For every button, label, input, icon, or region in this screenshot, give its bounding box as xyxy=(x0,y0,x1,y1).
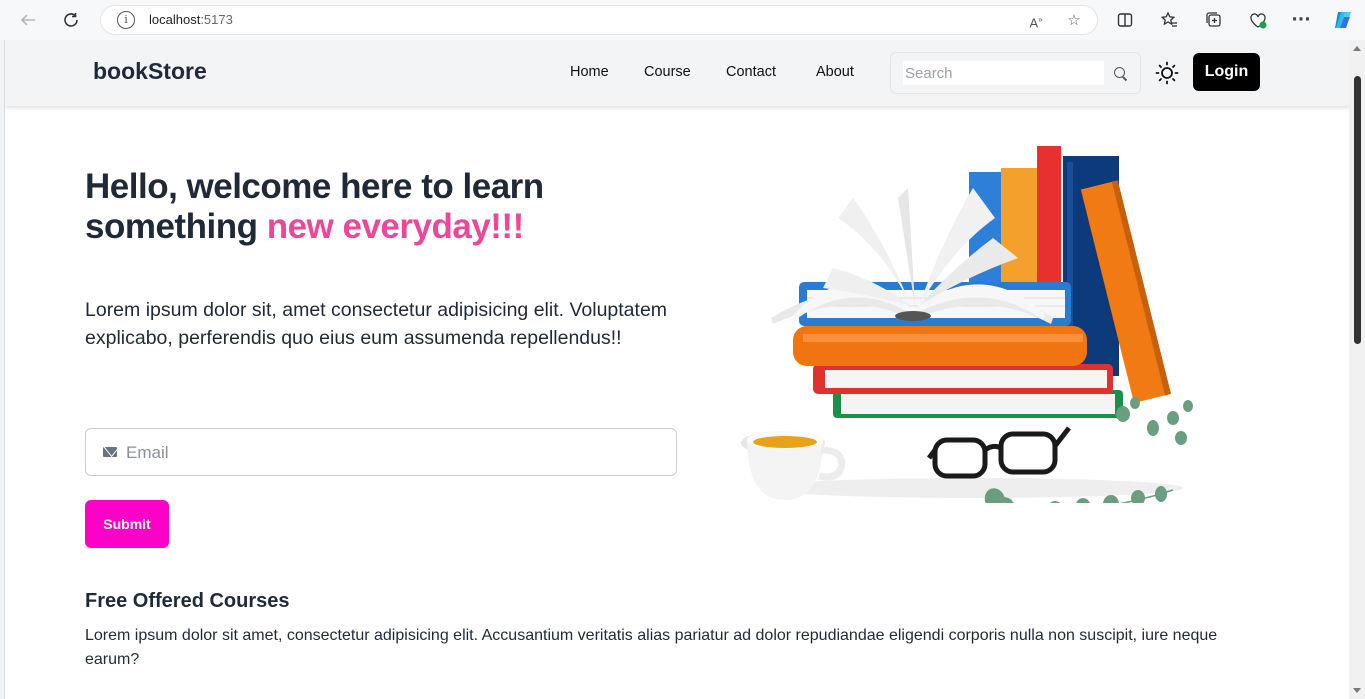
submit-button[interactable]: Submit xyxy=(85,500,169,548)
nav-link-course[interactable]: Course xyxy=(644,64,691,80)
read-aloud-icon[interactable]: A» xyxy=(1025,9,1047,31)
hero-title-accent: new everyday!!! xyxy=(266,207,525,246)
login-button[interactable]: Login xyxy=(1193,53,1260,91)
search-input[interactable] xyxy=(903,61,1104,85)
reload-icon[interactable] xyxy=(58,7,84,33)
courses-title: Free Offered Courses xyxy=(85,590,290,612)
email-field xyxy=(85,428,677,476)
nav-link-home[interactable]: Home xyxy=(570,64,609,80)
courses-description: Lorem ipsum dolor sit amet, consectetur … xyxy=(85,627,1218,668)
more-icon[interactable]: ··· xyxy=(1288,7,1314,33)
url-host: localhost xyxy=(149,12,201,27)
scroll-down-arrow-icon[interactable] xyxy=(1353,688,1361,693)
search-icon[interactable] xyxy=(1114,67,1125,78)
star-icon[interactable]: ☆ xyxy=(1063,9,1085,31)
page-scrollbar[interactable] xyxy=(1349,40,1365,699)
hero-title: Hello, welcome here to learn something n… xyxy=(85,167,685,247)
sun-icon[interactable] xyxy=(1155,61,1179,85)
search-box xyxy=(890,52,1141,94)
collections-icon[interactable] xyxy=(1201,7,1227,33)
split-screen-icon[interactable] xyxy=(1112,7,1138,33)
brand-logo[interactable]: bookStore xyxy=(93,58,207,85)
url-port: :5173 xyxy=(200,12,233,27)
nav-link-contact[interactable]: Contact xyxy=(726,64,776,80)
books-illustration xyxy=(733,128,1203,526)
info-icon[interactable]: i xyxy=(117,11,135,29)
hero-description: Lorem ipsum dolor sit, amet consectetur … xyxy=(85,299,668,349)
email-input[interactable] xyxy=(126,441,656,465)
back-arrow-icon[interactable] xyxy=(15,7,41,33)
address-url: localhost:5173 xyxy=(149,12,233,27)
address-bar[interactable]: i localhost:5173 A» ☆ xyxy=(100,5,1098,35)
browser-essentials-icon[interactable] xyxy=(1245,7,1271,33)
scroll-up-arrow-icon[interactable] xyxy=(1353,46,1361,51)
scroll-thumb[interactable] xyxy=(1354,76,1361,344)
browser-toolbar: i localhost:5173 A» ☆ ··· xyxy=(0,0,1365,40)
nav-link-about[interactable]: About xyxy=(816,64,854,80)
navbar: bookStore Home Course Contact About Logi… xyxy=(5,40,1349,106)
mail-icon xyxy=(103,447,117,457)
copilot-icon[interactable] xyxy=(1330,7,1356,33)
favorites-icon[interactable] xyxy=(1156,7,1182,33)
page-viewport: bookStore Home Course Contact About Logi… xyxy=(4,40,1349,699)
